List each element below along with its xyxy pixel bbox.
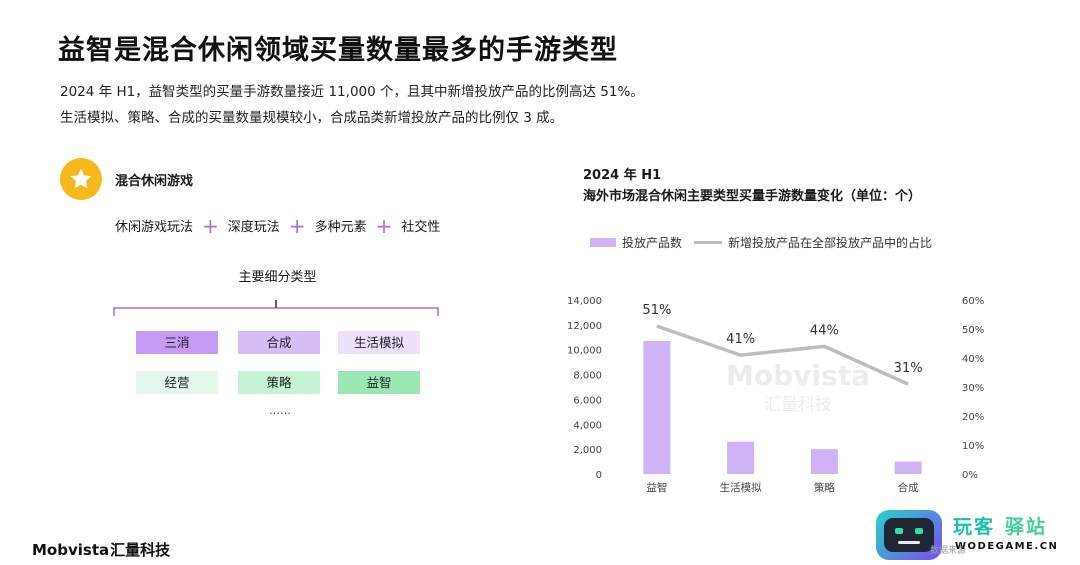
legend-swatch-line xyxy=(694,241,723,244)
bar xyxy=(727,441,755,474)
legend-label-line: 新增投放产品在全部投放产品中的占比 xyxy=(728,236,933,250)
y-left-tick-label: 14,000 xyxy=(567,296,602,307)
feature-item: 多种元素 xyxy=(314,220,367,235)
bar-line-chart: Mobvista 汇量科技 0 2,000 4,000 6,000 8,000 10,00… xyxy=(567,296,984,494)
y-right-tick-label: 40% xyxy=(962,354,984,365)
data-label: 31% xyxy=(894,361,923,376)
feature-list: 休闲游戏玩法 + 深度玩法 + 多种元素 + 社交性 xyxy=(115,213,441,238)
y-left-tick-label: 8,000 xyxy=(573,371,602,382)
legend-label-bar: 投放产品数 xyxy=(622,236,683,250)
y-left-tick-label: 6,000 xyxy=(573,395,602,406)
y-left-tick-label: 4,000 xyxy=(573,420,602,431)
brand-latin: Mobvista xyxy=(32,541,110,559)
description-line-2: 生活模拟、策略、合成的买量数量规模较小，合成品类新增投放产品的比例仅 3 成。 xyxy=(60,110,564,126)
subtype-tag: 三消 xyxy=(136,331,218,354)
y-right-tick-label: 10% xyxy=(962,441,984,452)
site-watermark-domain: WODEGAME.CN xyxy=(955,541,1059,552)
chart-watermark: Mobvista 汇量科技 xyxy=(726,359,870,415)
x-tick-label: 合成 xyxy=(898,481,919,494)
x-tick-label: 生活模拟 xyxy=(720,481,762,494)
bar xyxy=(643,341,671,474)
feature-item: 休闲游戏玩法 xyxy=(115,220,194,235)
y-right-tick-label: 0% xyxy=(962,470,978,481)
brand-cn: 汇量科技 xyxy=(110,541,171,559)
x-tick-label: 益智 xyxy=(646,481,667,494)
chart-legend: 投放产品数 新增投放产品在全部投放产品中的占比 xyxy=(590,234,932,251)
plus-icon: + xyxy=(202,213,219,238)
site-watermark-cn2: 驿站 xyxy=(1005,516,1048,538)
plus-icon: + xyxy=(375,213,393,238)
y-right-tick-label: 20% xyxy=(962,412,984,423)
data-label: 44% xyxy=(810,323,839,338)
y-right-tick-label: 60% xyxy=(962,296,984,307)
bracket-divider xyxy=(113,300,439,316)
data-label: 41% xyxy=(726,332,755,347)
y-right-tick-label: 30% xyxy=(962,383,984,394)
y-left-tick-label: 10,000 xyxy=(567,346,602,357)
legend-swatch-bar xyxy=(590,238,616,247)
y-left-tick-label: 0 xyxy=(596,470,602,481)
subtype-tag: 益智 xyxy=(338,371,420,394)
subtype-tag: 合成 xyxy=(238,331,320,354)
bar xyxy=(810,449,838,474)
subtype-tag: 生活模拟 xyxy=(338,331,420,354)
subtype-tag: 经营 xyxy=(136,371,218,394)
feature-item: 深度玩法 xyxy=(227,220,280,235)
y-left-tick-label: 2,000 xyxy=(573,445,602,456)
y-left-tick-label: 12,000 xyxy=(567,321,602,332)
y-right-tick-label: 50% xyxy=(962,325,984,336)
chart-subtitle: 海外市场混合休闲主要类型买量手游数量变化（单位：个） xyxy=(583,189,922,204)
data-label: 51% xyxy=(642,303,671,318)
more-ellipsis: …… xyxy=(269,404,291,417)
x-tick-label: 策略 xyxy=(814,481,835,494)
brand-logo: Mobvista汇量科技 xyxy=(32,539,170,560)
site-watermark-cn1: 玩客 xyxy=(953,516,996,538)
chart-title: 2024 年 H1 xyxy=(583,168,662,183)
watermark-latin: Mobvista xyxy=(726,359,870,392)
plus-icon: + xyxy=(288,213,306,238)
site-watermark-title: 玩客 驿站 xyxy=(953,512,1047,539)
page-title: 益智是混合休闲领域买量数量最多的手游类型 xyxy=(58,35,618,66)
star-icon xyxy=(60,158,102,200)
bar xyxy=(894,461,922,474)
subtypes-title: 主要细分类型 xyxy=(238,270,317,285)
feature-item: 社交性 xyxy=(401,220,441,235)
section-heading: 混合休闲游戏 xyxy=(115,174,194,189)
description-line-1: 2024 年 H1，益智类型的买量手游数量接近 11,000 个，且其中新增投放… xyxy=(60,84,644,100)
subtype-tag: 策略 xyxy=(238,371,320,394)
watermark-cn: 汇量科技 xyxy=(764,395,832,415)
